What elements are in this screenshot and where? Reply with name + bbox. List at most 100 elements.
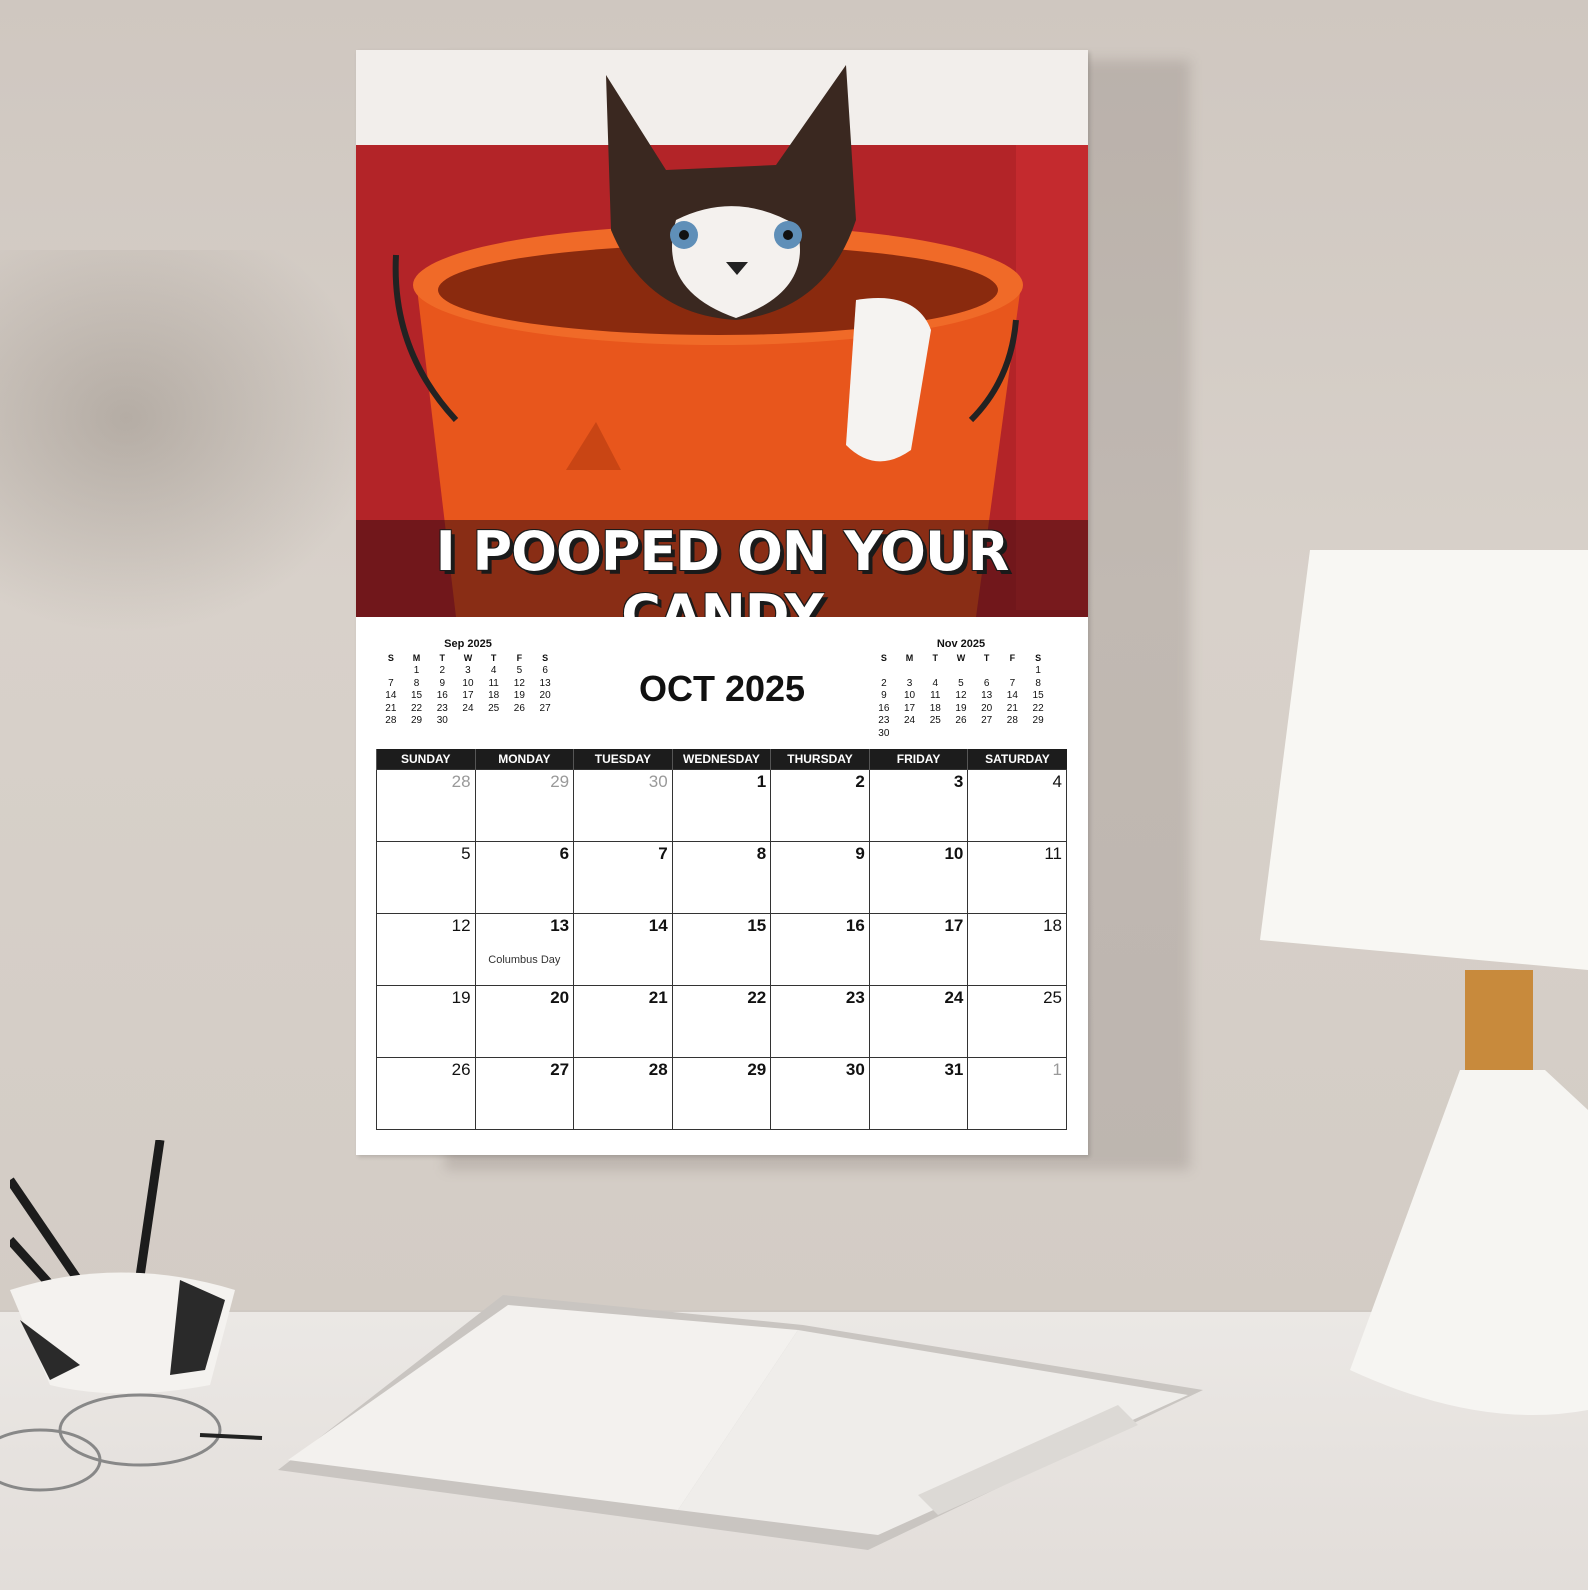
day-cell-other-month: 1 (967, 1057, 1067, 1130)
day-cell: 29 (671, 1057, 772, 1130)
day-cell: 16 (770, 913, 870, 986)
mini-prev-day: 3 (465, 665, 471, 676)
mini-prev-day: 11 (488, 677, 499, 689)
pencil-cup (6, 1139, 250, 1404)
day-cell: 22 (671, 985, 772, 1058)
mini-prev-day: 27 (539, 702, 551, 714)
day-number: 17 (944, 916, 964, 935)
mini-next-day: 11 (930, 690, 941, 701)
mini-next-week: 2 3 4 5 6 7 8 (871, 678, 1051, 691)
mini-prev-day: 29 (410, 715, 423, 726)
mini-prev-day: 30 (436, 715, 448, 726)
mini-prev-day: 16 (436, 690, 448, 701)
day-number: 24 (944, 988, 964, 1007)
day-cell: 7 (573, 841, 673, 914)
mini-prev-week: 28 29 30 (378, 715, 558, 728)
day-number: 12 (451, 916, 471, 935)
eyeglasses (0, 1380, 270, 1504)
weekday-header: SUNDAY (376, 749, 476, 770)
day-number: 31 (944, 1060, 964, 1079)
photo-caption: I POOPED ON YOUR CANDY (435, 520, 1010, 617)
mini-prev-day (481, 715, 507, 728)
day-number: 26 (451, 1060, 471, 1079)
day-cell: 19 (376, 985, 476, 1058)
mini-prev-day: 2 (439, 665, 446, 676)
mini-next-day: 16 (878, 702, 890, 714)
mini-next-week: 1 (871, 665, 1051, 678)
mini-next-day: 20 (981, 702, 993, 714)
mini-prev-day: 7 (388, 677, 394, 689)
mini-prev-title: Sep 2025 (444, 638, 492, 650)
day-cell: 14 (573, 913, 673, 986)
mini-prev-day (378, 665, 404, 678)
day-number: 22 (747, 988, 767, 1007)
mini-prev-day: 10 (462, 677, 474, 689)
mini-prev-weekday-letter: S (387, 653, 394, 663)
mini-next-weekday-letter: T (932, 653, 939, 663)
mini-calendar-prev: Sep 2025 SMTWTFS 1 2 3 4 5 6 7 8 9 10 11 12 13 14 15 16… (378, 638, 558, 728)
day-cell-other-month: 30 (573, 769, 673, 842)
day-cell: 23 (770, 985, 870, 1058)
mini-prev-weekday-letter: T (439, 653, 446, 663)
day-number: 7 (658, 844, 668, 863)
mini-prev-day: 23 (436, 702, 448, 714)
mini-next-day: 23 (878, 715, 890, 726)
mini-prev-day: 21 (385, 702, 397, 714)
day-number: 30 (648, 772, 668, 791)
mini-next-day (948, 728, 974, 741)
day-number: 30 (845, 1060, 865, 1079)
mini-next-day: 21 (1006, 702, 1018, 714)
cat-photo: I POOPED ON YOUR CANDY (356, 50, 1088, 617)
week-row: 28 29 30 1 2 3 4 (376, 769, 1067, 842)
mini-prev-day: 25 (488, 702, 500, 714)
mini-prev-week: 14 15 16 17 18 19 20 (378, 690, 558, 703)
mini-prev-weekday-letter: W (463, 653, 473, 663)
week-row: 26 27 28 29 30 31 1 (376, 1057, 1067, 1130)
day-cell: 10 (868, 841, 969, 914)
mini-prev-week: 7 8 9 10 11 12 13 (378, 678, 558, 691)
mini-next-weekday-letter: F (1009, 653, 1016, 663)
day-cell: 3 (868, 769, 969, 842)
mini-next-week: 23 24 25 26 27 28 29 (871, 715, 1051, 728)
week-row: 19 20 21 22 23 24 25 (376, 985, 1067, 1058)
day-cell: 24 (868, 985, 969, 1058)
month-title: OCT 2025 (638, 668, 806, 709)
day-number: 19 (451, 988, 471, 1007)
mini-prev-weekday-letter: T (490, 653, 497, 663)
mini-next-day: 24 (903, 715, 916, 726)
mini-prev-day: 13 (539, 677, 551, 689)
day-number: 2 (855, 772, 865, 791)
mini-next-day: 7 (1009, 677, 1016, 689)
mini-prev-day: 24 (462, 702, 474, 714)
day-number: 20 (550, 988, 570, 1007)
mini-next-day: 17 (903, 702, 916, 714)
day-number: 27 (550, 1060, 570, 1079)
week-row: 12 13 Columbus Day 14 15 16 17 18 (376, 913, 1067, 986)
day-cell: 8 (671, 841, 772, 914)
mini-calendar-next: Nov 2025 SMTWTFS 1 2 3 4 5 6 7 8 9 10 11 12 13 14 15 16… (871, 638, 1051, 740)
month-grid: SUNDAY MONDAY TUESDAY WEDNESDAY THURSDAY FRID… (376, 749, 1067, 1130)
mini-prev-weekday-letter: S (542, 653, 549, 663)
mini-next-day: 22 (1032, 702, 1044, 714)
day-cell: 2 (770, 769, 870, 842)
day-cell: 1 (671, 769, 772, 842)
mini-next-day (897, 665, 923, 678)
mini-next-week: 30 (871, 728, 1051, 741)
day-number: 16 (845, 916, 865, 935)
mini-prev-day: 28 (385, 715, 397, 726)
day-cell: 20 (474, 985, 575, 1058)
mini-prev-week: 1 2 3 4 5 6 (378, 665, 558, 678)
day-cell: 17 (868, 913, 969, 986)
day-cell: 31 (868, 1057, 969, 1130)
day-cell: 9 (770, 841, 870, 914)
mini-prev-day: 17 (462, 690, 474, 701)
day-number: 1 (1052, 1060, 1062, 1079)
mini-prev-day: 20 (539, 690, 551, 701)
mini-next-day: 18 (929, 702, 941, 714)
weekday-header: TUESDAY (573, 749, 673, 770)
mini-next-day: 26 (955, 715, 967, 726)
mini-prev-day: 14 (385, 690, 397, 701)
mini-next-day: 6 (983, 677, 990, 689)
day-cell: 21 (573, 985, 673, 1058)
day-cell: 30 (770, 1057, 870, 1130)
